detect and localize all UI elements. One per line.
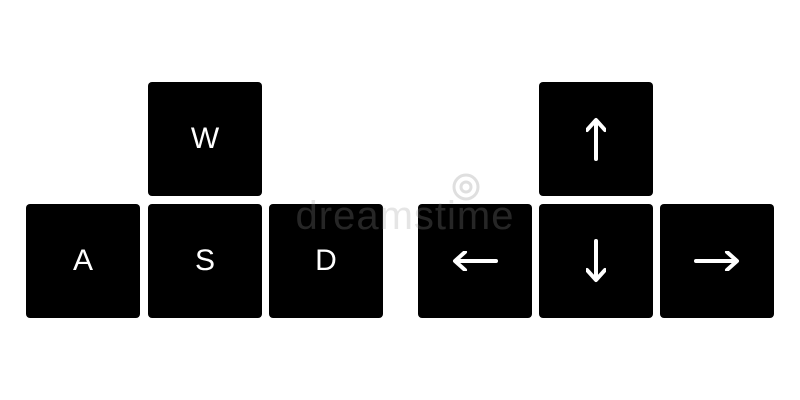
key-d[interactable]: D <box>269 204 383 318</box>
key-w-label: W <box>190 122 220 155</box>
key-s[interactable]: S <box>148 204 262 318</box>
arrow-down-icon <box>586 239 606 283</box>
key-arrow-right[interactable] <box>660 204 774 318</box>
key-d-label: D <box>315 244 337 277</box>
dreamstime-logo-icon <box>452 173 480 201</box>
arrow-right-icon <box>694 251 740 271</box>
key-w[interactable]: W <box>148 82 262 196</box>
key-arrow-up[interactable] <box>539 82 653 196</box>
key-s-label: S <box>194 244 215 277</box>
arrow-left-icon <box>452 251 498 271</box>
key-a[interactable]: A <box>26 204 140 318</box>
key-arrow-down[interactable] <box>539 204 653 318</box>
key-a-label: A <box>72 244 93 277</box>
arrow-up-icon <box>586 117 606 161</box>
key-arrow-left[interactable] <box>418 204 532 318</box>
